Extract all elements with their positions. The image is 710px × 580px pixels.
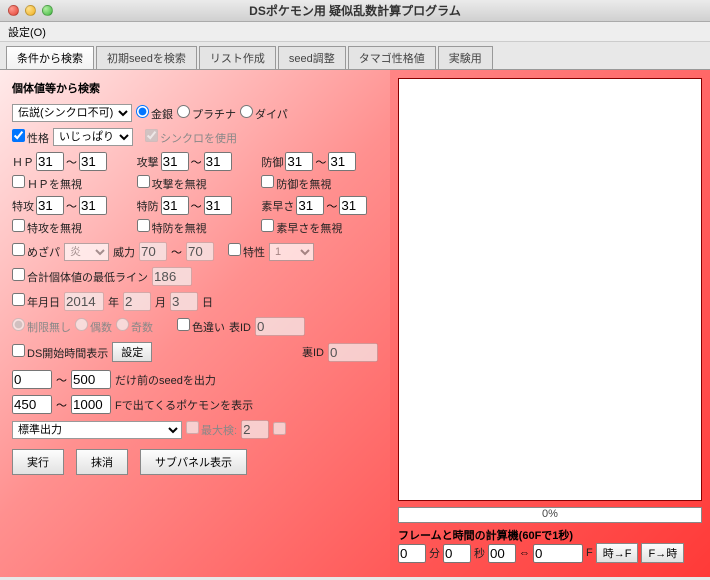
frame-hi[interactable] (71, 395, 111, 414)
tab-list[interactable]: リスト作成 (199, 46, 276, 69)
run-button[interactable]: 実行 (12, 449, 64, 475)
parity-none: 制限無し (12, 318, 71, 335)
spa-hi[interactable] (79, 196, 107, 215)
clear-button[interactable]: 抹消 (76, 449, 128, 475)
right-panel: 0% フレームと時間の計算機(60Fで1秒) 分 秒 ⇔ F 時→F F→時 (390, 70, 710, 577)
atk-hi[interactable] (204, 152, 232, 171)
sec-input[interactable] (443, 544, 471, 563)
date-checkbox[interactable]: 年月日 (12, 293, 60, 310)
radio-gs[interactable]: 金銀 (136, 105, 173, 122)
dstime-settings-button[interactable]: 設定 (112, 342, 152, 362)
def-lo[interactable] (285, 152, 313, 171)
frame-suffix: Fで出てくるポケモンを表示 (115, 397, 253, 413)
power-lo (139, 242, 167, 261)
stat-grid: ＨＰ～ 攻撃～ 防御～ ＨＰを無視 攻撃を無視 防御を無視 特攻～ 特防～ 素早… (12, 152, 378, 236)
nature-select[interactable]: いじっぱり (53, 128, 133, 146)
time-calculator: フレームと時間の計算機(60Fで1秒) 分 秒 ⇔ F 時→F F→時 (398, 527, 702, 569)
tab-seed-adjust[interactable]: seed調整 (278, 46, 346, 69)
sid-input (328, 343, 378, 362)
titlebar: DSポケモン用 疑似乱数計算プログラム (0, 0, 710, 22)
hp-hi[interactable] (79, 152, 107, 171)
progress-bar: 0% (398, 507, 702, 523)
spd-ignore[interactable]: 特防を無視 (137, 219, 207, 236)
nature-checkbox[interactable]: 性格 (12, 129, 49, 146)
ability-select: 1 (269, 243, 314, 261)
max-show-checkbox: 最大検: (186, 421, 237, 438)
timecalc-title: フレームと時間の計算機(60Fで1秒) (398, 527, 702, 543)
window-title: DSポケモン用 疑似乱数計算プログラム (0, 2, 710, 19)
sid-label: 裏ID (302, 344, 324, 360)
hp-label: ＨＰ (12, 154, 34, 170)
arrow-icon: ⇔ (519, 547, 530, 559)
dstime-checkbox[interactable]: DS開始時間表示 (12, 344, 108, 361)
menu-settings[interactable]: 設定(O) (8, 27, 46, 39)
def-ignore[interactable]: 防御を無視 (261, 175, 331, 192)
hidden-power-type: 炎 (64, 243, 109, 261)
hp-lo[interactable] (36, 152, 64, 171)
atk-ignore[interactable]: 攻撃を無視 (137, 175, 207, 192)
frame-input[interactable] (533, 544, 583, 563)
csec-input[interactable] (488, 544, 516, 563)
content: 個体値等から検索 伝説(シンクロ不可) 金銀 プラチナ ダイパ 性格 いじっぱり… (0, 69, 710, 577)
power-label: 威力 (113, 244, 135, 260)
extra-checkbox (273, 422, 288, 438)
def-hi[interactable] (328, 152, 356, 171)
tab-bar: 条件から検索 初期seedを検索 リスト作成 seed調整 タマゴ性格値 実験用 (0, 42, 710, 69)
menubar: 設定(O) (0, 22, 710, 42)
encounter-type-select[interactable]: 伝説(シンクロ不可) (12, 104, 132, 122)
tab-search-seed[interactable]: 初期seedを検索 (96, 46, 197, 69)
spe-label: 素早さ (261, 198, 294, 214)
def-label: 防御 (261, 154, 283, 170)
parity-odd: 奇数 (116, 318, 153, 335)
tid-label: 表ID (229, 319, 251, 335)
year-input (64, 292, 104, 311)
atk-label: 攻撃 (137, 154, 159, 170)
day-input (170, 292, 198, 311)
output-area[interactable] (398, 78, 702, 501)
spe-lo[interactable] (296, 196, 324, 215)
tab-egg[interactable]: タマゴ性格値 (348, 46, 436, 69)
total-iv-checkbox[interactable]: 合計個体値の最低ライン (12, 268, 148, 285)
sync-checkbox: シンクロを使用 (145, 129, 237, 146)
spe-ignore[interactable]: 素早さを無視 (261, 219, 342, 236)
tid-input (255, 317, 305, 336)
power-hi (186, 242, 214, 261)
atk-lo[interactable] (161, 152, 189, 171)
frame-to-time-button[interactable]: F→時 (641, 543, 684, 563)
panel-header: 個体値等から検索 (12, 80, 378, 96)
time-to-frame-button[interactable]: 時→F (596, 543, 639, 563)
seed-hi[interactable] (71, 370, 111, 389)
subpanel-button[interactable]: サブパネル表示 (140, 449, 247, 475)
spa-lo[interactable] (36, 196, 64, 215)
spd-hi[interactable] (204, 196, 232, 215)
parity-even: 偶数 (75, 318, 112, 335)
spa-label: 特攻 (12, 198, 34, 214)
output-select[interactable]: 標準出力 (12, 421, 182, 439)
spa-ignore[interactable]: 特攻を無視 (12, 219, 82, 236)
hp-ignore[interactable]: ＨＰを無視 (12, 175, 82, 192)
month-input (123, 292, 151, 311)
spd-lo[interactable] (161, 196, 189, 215)
total-iv-input (152, 267, 192, 286)
radio-pt[interactable]: プラチナ (177, 105, 236, 122)
shiny-checkbox[interactable]: 色違い (177, 318, 225, 335)
tab-experiment[interactable]: 実験用 (438, 46, 493, 69)
left-panel: 個体値等から検索 伝説(シンクロ不可) 金銀 プラチナ ダイパ 性格 いじっぱり… (0, 70, 390, 577)
tab-search-conditions[interactable]: 条件から検索 (6, 46, 94, 69)
spd-label: 特防 (137, 198, 159, 214)
ability-checkbox[interactable]: 特性 (228, 243, 265, 260)
seed-suffix: だけ前のseedを出力 (115, 372, 216, 388)
frame-lo[interactable] (12, 395, 52, 414)
seed-lo[interactable] (12, 370, 52, 389)
radio-dp[interactable]: ダイパ (240, 105, 288, 122)
hidden-power-checkbox[interactable]: めざパ (12, 243, 60, 260)
spe-hi[interactable] (339, 196, 367, 215)
min-input[interactable] (398, 544, 426, 563)
max-show-input (241, 420, 269, 439)
